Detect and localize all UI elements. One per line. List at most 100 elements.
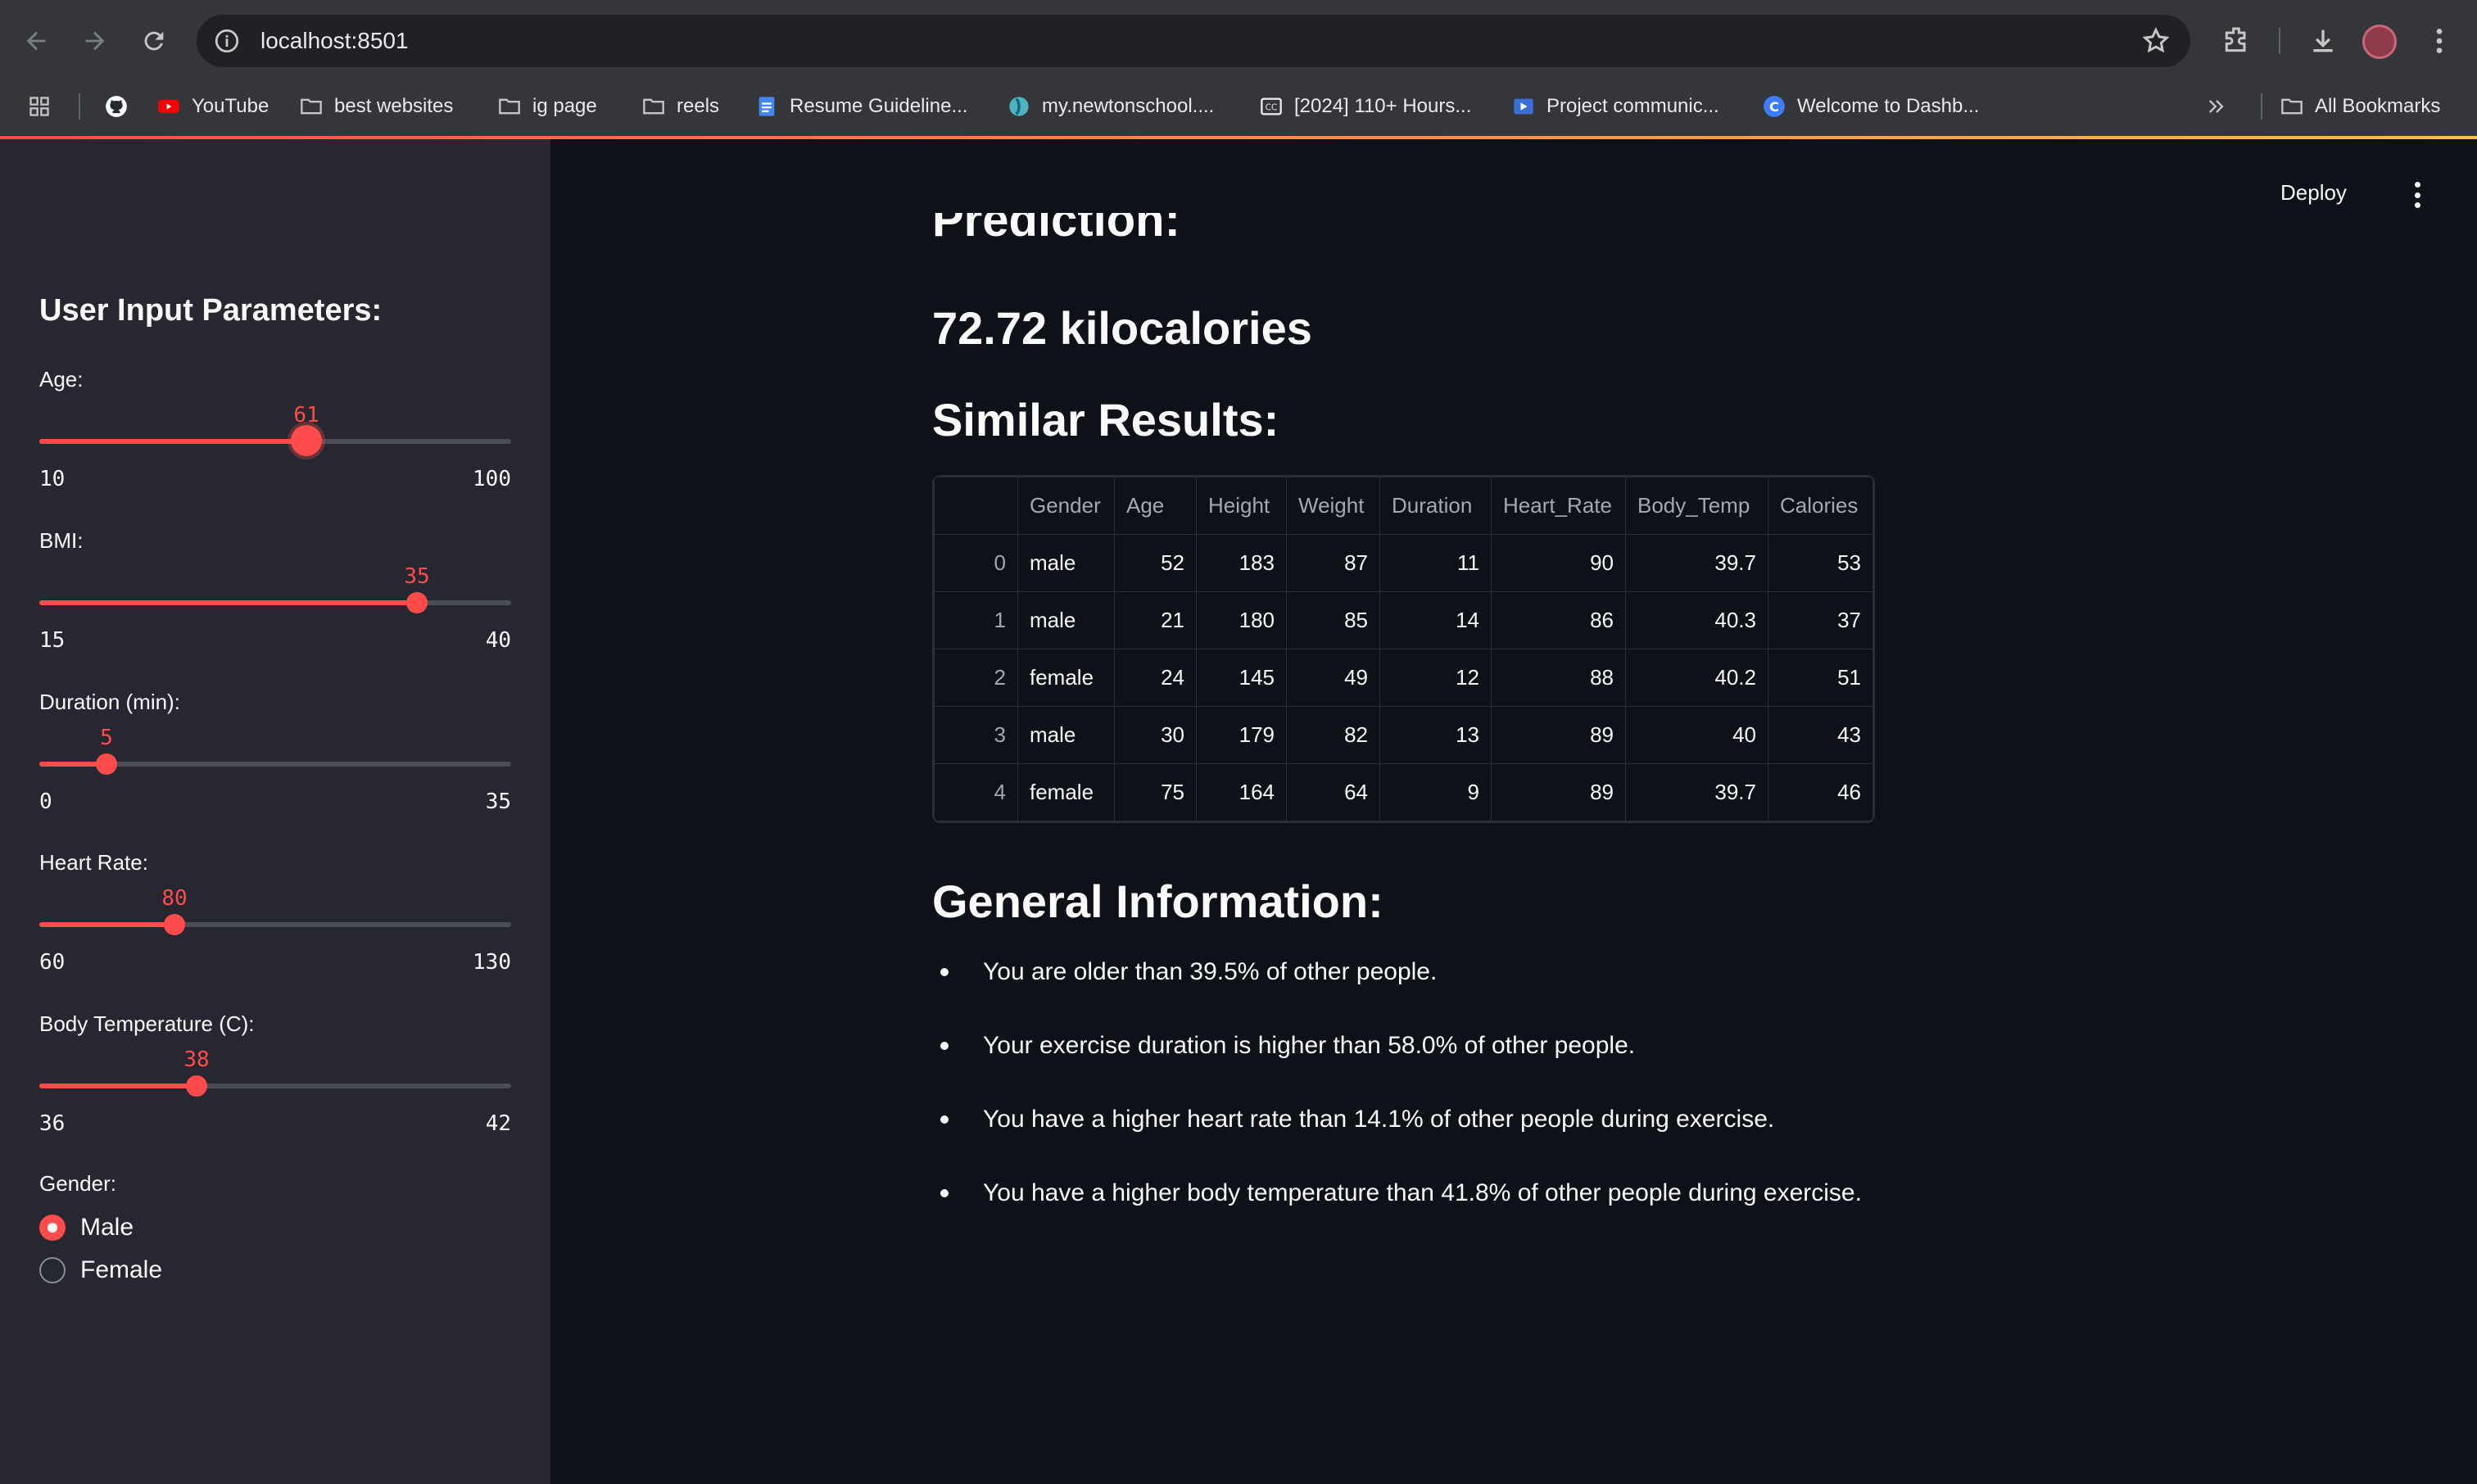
table-cell[interactable]: 90: [1491, 534, 1626, 592]
table-cell[interactable]: 164: [1196, 763, 1287, 821]
table-cell[interactable]: 46: [1768, 763, 1873, 821]
row-index: 4: [934, 763, 1018, 821]
table-cell[interactable]: 51: [1768, 649, 1873, 707]
all-bookmarks-button[interactable]: All Bookmarks: [2280, 92, 2440, 121]
table-cell[interactable]: 89: [1491, 763, 1626, 821]
table-cell[interactable]: 180: [1196, 591, 1287, 649]
radio-unselected-icon[interactable]: [39, 1257, 66, 1283]
bmi-label: BMI:: [39, 528, 84, 553]
duration-value: 5: [100, 726, 113, 750]
similar-results-table[interactable]: Gender Age Height Weight Duration Heart_…: [932, 475, 1875, 823]
table-cell[interactable]: 82: [1286, 706, 1380, 764]
bookmark-youtube[interactable]: YouTube: [157, 92, 269, 121]
heart-rate-slider[interactable]: Heart Rate: 80 60 130: [39, 850, 511, 998]
column-header[interactable]: Heart_Rate: [1491, 477, 1626, 535]
bmi-min: 15: [39, 628, 66, 653]
profile-avatar[interactable]: [2362, 25, 2397, 59]
downloads-button[interactable]: [2305, 23, 2341, 59]
bookmark-folder-ig-page[interactable]: ig page: [498, 92, 597, 121]
radio-selected-icon[interactable]: [39, 1215, 66, 1241]
table-cell[interactable]: 183: [1196, 534, 1287, 592]
age-slider[interactable]: Age: 61 10 100: [39, 367, 511, 514]
table-cell[interactable]: 87: [1286, 534, 1380, 592]
table-cell[interactable]: 40.2: [1625, 649, 1768, 707]
column-header[interactable]: Height: [1196, 477, 1287, 535]
table-cell[interactable]: female: [1017, 649, 1115, 707]
arrow-left-icon: [26, 31, 46, 51]
row-index: 2: [934, 649, 1018, 707]
table-cell[interactable]: 24: [1114, 649, 1197, 707]
column-header[interactable]: Body_Temp: [1625, 477, 1768, 535]
slider-thumb[interactable]: [186, 1075, 207, 1097]
bookmark-welcome-dashboard[interactable]: C Welcome to Dashb...: [1763, 92, 1979, 121]
bookmarks-overflow-button[interactable]: [2205, 92, 2239, 121]
bookmark-resume-guideline[interactable]: Resume Guideline...: [755, 92, 967, 121]
table-cell[interactable]: 89: [1491, 706, 1626, 764]
column-header[interactable]: [934, 477, 1018, 535]
table-cell[interactable]: female: [1017, 763, 1115, 821]
browser-menu-button[interactable]: [2421, 23, 2457, 59]
table-cell[interactable]: 39.7: [1625, 534, 1768, 592]
video-icon: [1514, 98, 1533, 115]
bookmark-star-icon[interactable]: [2141, 26, 2171, 56]
column-header[interactable]: Weight: [1286, 477, 1380, 535]
browser-toolbar: localhost:8501: [0, 0, 2477, 82]
bmi-slider[interactable]: BMI: 35 15 40: [39, 528, 511, 676]
forward-button[interactable]: [74, 20, 116, 62]
gender-option-female[interactable]: Female: [39, 1256, 162, 1284]
table-cell[interactable]: 21: [1114, 591, 1197, 649]
table-cell[interactable]: 37: [1768, 591, 1873, 649]
duration-slider[interactable]: Duration (min): 5 0 35: [39, 690, 511, 837]
bookmark-folder-best-websites[interactable]: best websites: [300, 92, 453, 121]
bookmark-github[interactable]: [105, 92, 139, 121]
address-bar[interactable]: localhost:8501: [197, 15, 2190, 67]
site-info-icon[interactable]: [213, 27, 241, 55]
extensions-button[interactable]: [2218, 23, 2254, 59]
bookmark-110-hours[interactable]: CC [2024] 110+ Hours...: [1260, 92, 1471, 121]
bookmark-folder-reels[interactable]: reels: [642, 92, 719, 121]
table-cell[interactable]: male: [1017, 591, 1115, 649]
scroll-clip: [901, 139, 1392, 213]
reload-button[interactable]: [133, 20, 175, 62]
table-cell[interactable]: 30: [1114, 706, 1197, 764]
table-cell[interactable]: male: [1017, 706, 1115, 764]
table-cell[interactable]: male: [1017, 534, 1115, 592]
table-cell[interactable]: 40.3: [1625, 591, 1768, 649]
main-menu-button[interactable]: [2405, 179, 2429, 211]
bookmark-newtonschool[interactable]: my.newtonschool....: [1008, 92, 1214, 121]
table-cell[interactable]: 179: [1196, 706, 1287, 764]
apps-button[interactable]: [28, 92, 62, 121]
table-cell[interactable]: 11: [1379, 534, 1492, 592]
table-cell[interactable]: 12: [1379, 649, 1492, 707]
table-cell[interactable]: 88: [1491, 649, 1626, 707]
table-cell[interactable]: 40: [1625, 706, 1768, 764]
table-cell[interactable]: 145: [1196, 649, 1287, 707]
table-cell[interactable]: 49: [1286, 649, 1380, 707]
bookmark-project-communication[interactable]: Project communic...: [1512, 92, 1719, 121]
table-cell[interactable]: 39.7: [1625, 763, 1768, 821]
table-cell[interactable]: 43: [1768, 706, 1873, 764]
deploy-button[interactable]: Deploy: [2280, 180, 2347, 206]
url-text[interactable]: localhost:8501: [260, 28, 409, 54]
slider-thumb[interactable]: [406, 592, 428, 613]
column-header[interactable]: Age: [1114, 477, 1197, 535]
slider-thumb[interactable]: [164, 914, 185, 935]
table-cell[interactable]: 14: [1379, 591, 1492, 649]
slider-thumb[interactable]: [96, 753, 117, 775]
slider-thumb[interactable]: [291, 425, 322, 456]
table-cell[interactable]: 64: [1286, 763, 1380, 821]
column-header[interactable]: Calories: [1768, 477, 1873, 535]
table-cell[interactable]: 85: [1286, 591, 1380, 649]
column-header[interactable]: Duration: [1379, 477, 1492, 535]
table-cell[interactable]: 86: [1491, 591, 1626, 649]
table-cell[interactable]: 13: [1379, 706, 1492, 764]
table-cell[interactable]: 52: [1114, 534, 1197, 592]
body-temp-slider[interactable]: Body Temperature (C): 38 36 42: [39, 1011, 511, 1159]
table-cell[interactable]: 53: [1768, 534, 1873, 592]
table-cell[interactable]: 75: [1114, 763, 1197, 821]
back-button[interactable]: [15, 20, 57, 62]
folder-icon: [499, 98, 520, 115]
table-cell[interactable]: 9: [1379, 763, 1492, 821]
gender-option-male[interactable]: Male: [39, 1214, 134, 1242]
column-header[interactable]: Gender: [1017, 477, 1115, 535]
